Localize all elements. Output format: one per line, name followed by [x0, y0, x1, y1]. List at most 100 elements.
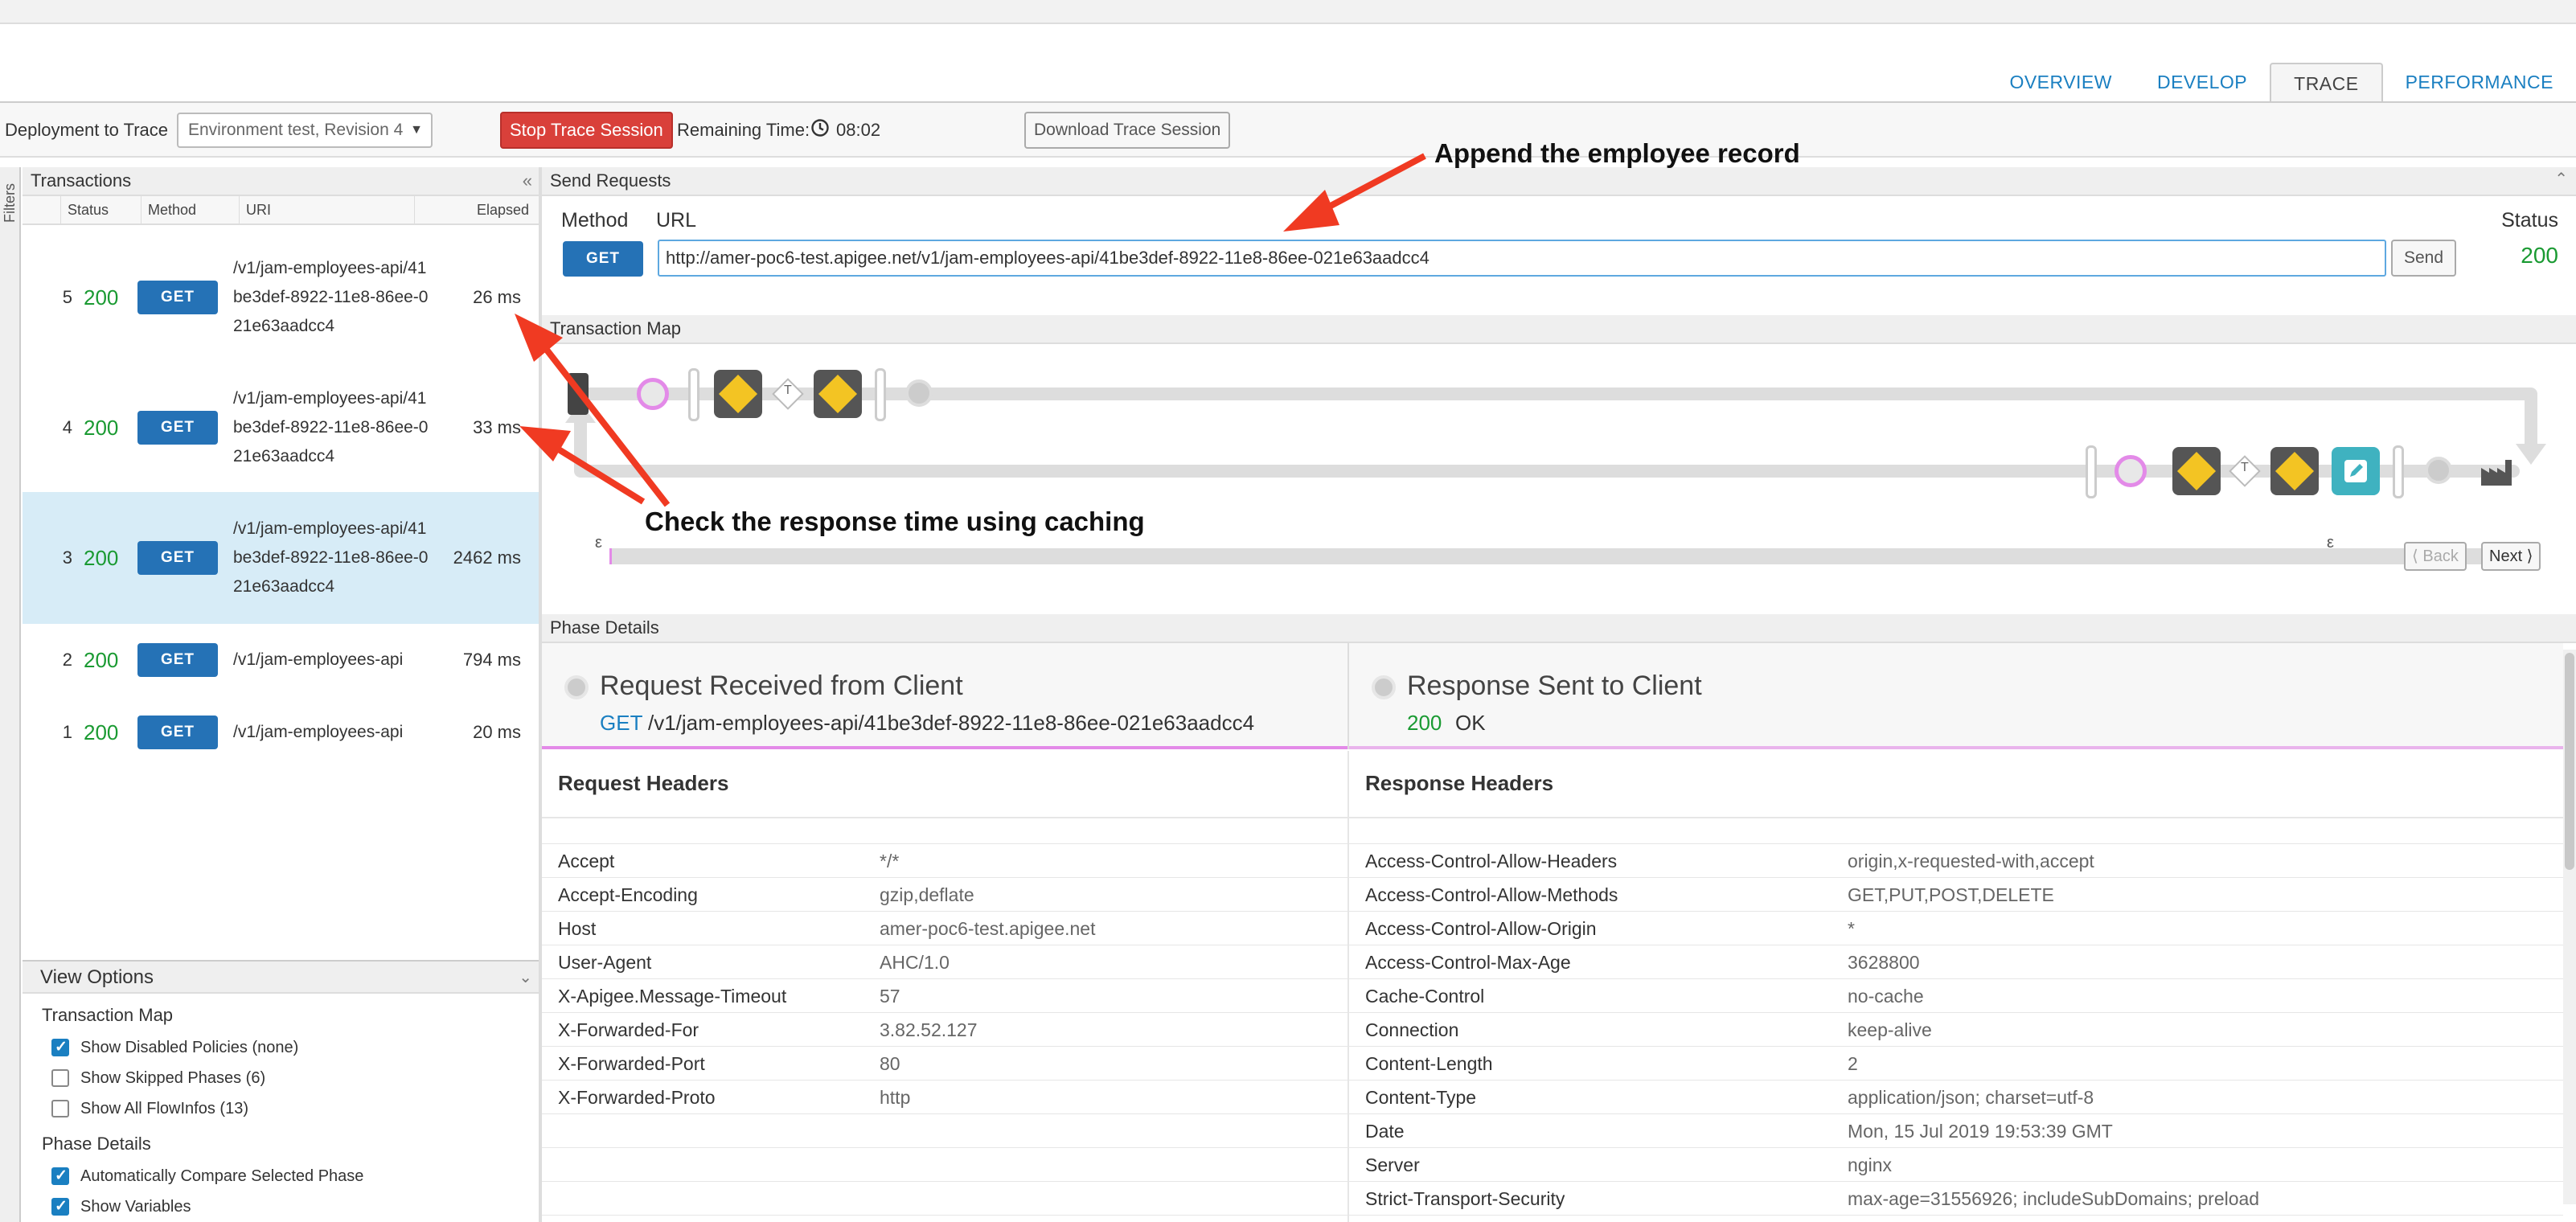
policy-node-assign-message[interactable]	[2332, 447, 2380, 495]
transaction-row[interactable]: 2 200 GET /v1/jam-employees-api 794 ms	[23, 624, 539, 696]
option-label: Show Disabled Policies (none)	[80, 1038, 299, 1056]
header-row: Connection keep-alive	[1349, 1013, 2563, 1047]
option-show-all-flowinfos[interactable]: Show All FlowInfos (13)	[23, 1093, 539, 1124]
back-label: Back	[2422, 547, 2459, 565]
checkbox-checked[interactable]	[51, 1038, 69, 1056]
header-name: X-Forwarded-For	[558, 1019, 699, 1040]
header-name: X-Apigee.Message-Timeout	[558, 986, 787, 1007]
phase-details-panel: Phase Details Request Received from Clie…	[542, 614, 2576, 1222]
collapse-left-icon[interactable]: «	[523, 167, 532, 195]
tab-performance[interactable]: PERFORMANCE	[2383, 63, 2576, 101]
request-phase-card[interactable]: Request Received from Client GET /v1/jam…	[542, 643, 1347, 749]
col-method[interactable]: Method	[142, 196, 240, 223]
policy-node-assign[interactable]	[714, 370, 762, 418]
remaining-time-label: Remaining Time:	[677, 120, 810, 140]
response-phase-node[interactable]	[2115, 455, 2147, 487]
header-name: Accept	[558, 851, 615, 871]
row-status: 200	[84, 285, 119, 310]
remaining-time-value: 08:02	[836, 120, 881, 140]
stop-trace-button[interactable]: Stop Trace Session	[500, 112, 673, 149]
header-row: User-Agent AHC/1.0	[542, 945, 1347, 979]
tab-bar: OVERVIEW DEVELOP TRACE PERFORMANCE	[1987, 63, 2576, 101]
phase-scrollbar[interactable]	[2563, 650, 2576, 1204]
header-row: Access-Control-Allow-Methods GET,PUT,POST…	[1349, 878, 2563, 912]
send-requests-title: Send Requests	[550, 170, 671, 191]
option-show-disabled-policies[interactable]: Show Disabled Policies (none)	[23, 1032, 539, 1063]
option-label: Show Skipped Phases (6)	[80, 1068, 266, 1087]
header-value: gzip,deflate	[880, 884, 974, 905]
download-trace-button[interactable]: Download Trace Session	[1024, 112, 1231, 149]
row-method-badge[interactable]: GET	[137, 643, 218, 677]
request-phase-title: Request Received from Client	[600, 670, 963, 701]
request-phase-node[interactable]	[637, 378, 669, 410]
header-name: X-Forwarded-Port	[558, 1053, 705, 1074]
response-phase-card[interactable]: Response Sent to Client 200 OK	[1349, 643, 2563, 749]
row-elapsed: 20 ms	[473, 722, 521, 742]
target-response-node[interactable]	[2425, 457, 2452, 484]
header-row: Access-Control-Allow-Headers origin,x-req…	[1349, 844, 2563, 878]
header-value: keep-alive	[1848, 1019, 1932, 1040]
row-status: 200	[84, 647, 119, 672]
phase-circle-icon	[1372, 675, 1396, 699]
option-show-skipped-phases[interactable]: Show Skipped Phases (6)	[23, 1063, 539, 1093]
client-app-icon[interactable]	[568, 373, 589, 415]
row-method-badge[interactable]: GET	[137, 281, 218, 314]
transaction-row[interactable]: 4 200 GET /v1/jam-employees-api/41be3def…	[23, 363, 539, 492]
policy-node-populate-cache[interactable]	[2270, 447, 2319, 495]
header-value: origin,x-requested-with,accept	[1848, 851, 2094, 871]
transaction-row-selected[interactable]: 3 200 GET /v1/jam-employees-api/41be3def…	[23, 492, 539, 624]
option-label: Show All FlowInfos (13)	[80, 1099, 248, 1117]
row-method-badge[interactable]: GET	[137, 411, 218, 445]
filters-sidebar[interactable]: Filters	[0, 167, 21, 1222]
transaction-map-header: Transaction Map	[542, 315, 2576, 344]
view-options-title: View Options	[40, 966, 154, 988]
chevron-down-icon: ▼	[410, 123, 423, 137]
col-elapsed[interactable]: Elapsed	[415, 196, 539, 223]
url-input[interactable]: http://amer-poc6-test.apigee.net/v1/jam-…	[658, 240, 2386, 277]
checkbox-checked[interactable]	[51, 1197, 69, 1216]
next-label: Next	[2489, 547, 2523, 565]
back-button[interactable]: ⟨ Back	[2404, 542, 2467, 571]
next-button[interactable]: Next ⟩	[2481, 542, 2541, 571]
send-button[interactable]: Send	[2391, 240, 2457, 277]
header-row: Accept */*	[542, 844, 1347, 878]
scrollbar-thumb[interactable]	[2565, 653, 2574, 870]
col-uri[interactable]: URI	[240, 196, 415, 223]
header-row: Host amer-poc6-test.apigee.net	[542, 912, 1347, 945]
transaction-row[interactable]: 1 200 GET /v1/jam-employees-api 20 ms	[23, 696, 539, 769]
col-status[interactable]: Status	[61, 196, 142, 223]
header-row: Access-Control-Max-Age 3628800	[1349, 945, 2563, 979]
header-name: Accept-Encoding	[558, 884, 698, 905]
target-request-node[interactable]	[905, 379, 933, 407]
checkbox-unchecked[interactable]	[51, 1069, 69, 1087]
row-method-badge[interactable]: GET	[137, 716, 218, 749]
header-name: Date	[1365, 1121, 1405, 1142]
factory-target-icon[interactable]	[2480, 457, 2515, 487]
row-method-badge[interactable]: GET	[137, 541, 218, 575]
tab-develop[interactable]: DEVELOP	[2135, 63, 2270, 101]
policy-node-response-1[interactable]	[2172, 447, 2221, 495]
method-select[interactable]: GET	[563, 241, 643, 277]
row-number: 4	[62, 417, 72, 437]
flow-end-bracket	[2393, 445, 2404, 498]
header-value: 3.82.52.127	[880, 1019, 978, 1040]
timeline-bar[interactable]	[609, 548, 2531, 564]
deployment-select-value: Environment test, Revision 4	[188, 121, 404, 139]
tab-trace[interactable]: TRACE	[2270, 63, 2383, 101]
collapse-up-icon[interactable]: ⌃	[2554, 166, 2568, 193]
transaction-row[interactable]: 5 200 GET /v1/jam-employees-api/41be3def…	[23, 233, 539, 362]
header-name: Server	[1365, 1154, 1420, 1175]
option-auto-compare-phase[interactable]: Automatically Compare Selected Phase	[23, 1161, 539, 1191]
checkbox-checked[interactable]	[51, 1167, 69, 1185]
transaction-map-title: Transaction Map	[550, 318, 682, 338]
option-show-variables[interactable]: Show Variables	[23, 1191, 539, 1222]
collapse-down-icon[interactable]: ⌄	[519, 962, 532, 994]
checkbox-unchecked[interactable]	[51, 1100, 69, 1117]
header-value: Mon, 15 Jul 2019 19:53:39 GMT	[1848, 1121, 2113, 1142]
response-status-value: 200	[2521, 243, 2558, 268]
deployment-select[interactable]: Environment test, Revision 4 ▼	[177, 113, 433, 148]
policy-node-lookup-cache[interactable]	[814, 370, 862, 418]
flow-start-bracket	[688, 368, 699, 421]
tab-overview[interactable]: OVERVIEW	[1987, 63, 2135, 101]
phase-options-heading: Phase Details	[42, 1134, 151, 1154]
